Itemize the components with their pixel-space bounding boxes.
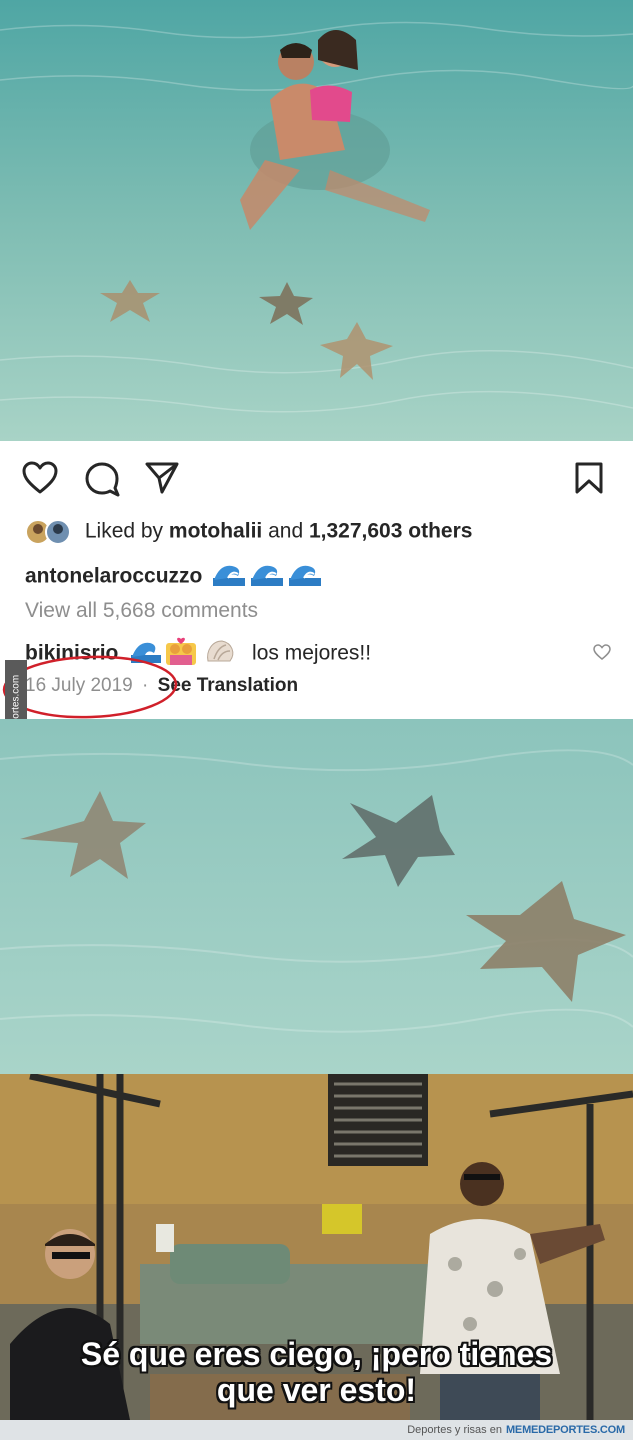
footer-site[interactable]: MEMEDEPORTES.COM bbox=[506, 1424, 625, 1436]
water-background bbox=[0, 719, 633, 1074]
meme-game-frame: Sé que eres ciego, ¡pero tienes que ver … bbox=[0, 1074, 633, 1420]
likes-count[interactable]: 1,327,603 others bbox=[309, 520, 472, 543]
likes-row[interactable]: Liked by motohalii and 1,327,603 others bbox=[25, 519, 472, 545]
caption-row: antonelaroccuzzo bbox=[25, 562, 322, 592]
share-icon[interactable] bbox=[144, 461, 180, 495]
liker-username[interactable]: motohalii bbox=[169, 520, 262, 543]
wall-vent bbox=[328, 1074, 428, 1166]
footer-tagline: Deportes y risas en bbox=[407, 1424, 502, 1436]
zoomed-starfish-photo bbox=[0, 719, 633, 1074]
meme-caption-line-2: que ver esto! bbox=[216, 1372, 417, 1408]
view-all-comments-link[interactable]: View all 5,668 comments bbox=[25, 599, 258, 623]
heart-icon[interactable] bbox=[22, 461, 58, 495]
wave-emoji bbox=[213, 565, 246, 586]
comment-icon[interactable] bbox=[84, 461, 120, 497]
wave-emoji-group bbox=[212, 562, 322, 592]
date-highlight-circle bbox=[2, 655, 178, 719]
bookmark-icon[interactable] bbox=[574, 461, 604, 495]
small-heart-icon[interactable] bbox=[593, 644, 611, 660]
comment-text: los mejores!! bbox=[252, 641, 372, 665]
wave-emoji bbox=[289, 565, 322, 586]
footer-watermark: Deportes y risas en MEMEDEPORTES.COM bbox=[0, 1420, 633, 1440]
wave-emoji bbox=[251, 565, 284, 586]
meme-caption: Sé que eres ciego, ¡pero tienes que ver … bbox=[0, 1336, 633, 1408]
post-photo[interactable] bbox=[0, 0, 633, 441]
liked-and-label: and bbox=[268, 519, 304, 543]
author-username[interactable]: antonelaroccuzzo bbox=[25, 565, 202, 588]
meme-caption-line-1: Sé que eres ciego, ¡pero tienes bbox=[80, 1336, 553, 1372]
shell-emoji bbox=[207, 640, 234, 662]
liker-avatars bbox=[25, 519, 75, 545]
water-background bbox=[0, 0, 633, 441]
liked-by-label: Liked by bbox=[84, 519, 164, 543]
